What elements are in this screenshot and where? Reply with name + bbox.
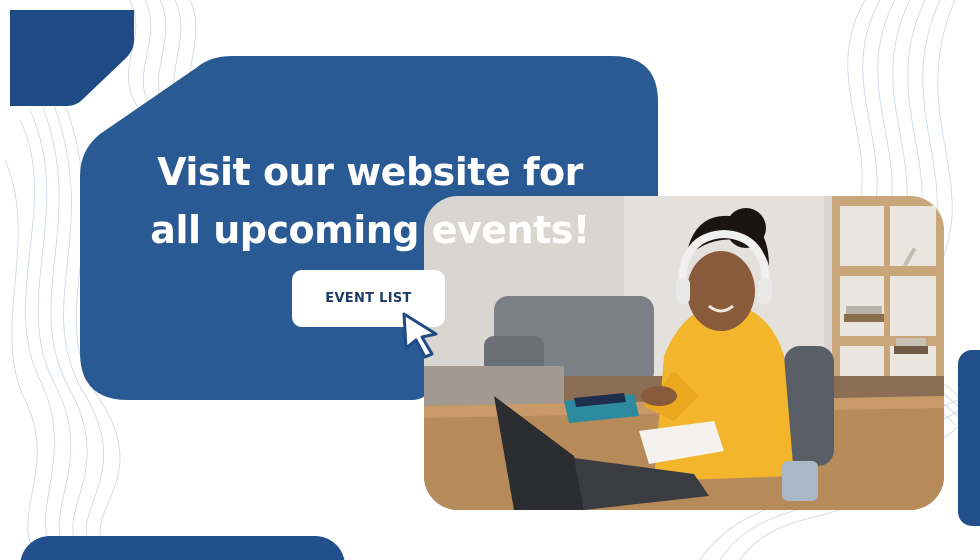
headline-line-2: all upcoming events! [150, 208, 590, 252]
headline-line-1: Visit our website for [157, 150, 583, 194]
pointer-cursor-icon [402, 312, 438, 359]
headline: Visit our website for all upcoming event… [100, 143, 640, 259]
event-banner: Visit our website for all upcoming event… [0, 0, 980, 560]
